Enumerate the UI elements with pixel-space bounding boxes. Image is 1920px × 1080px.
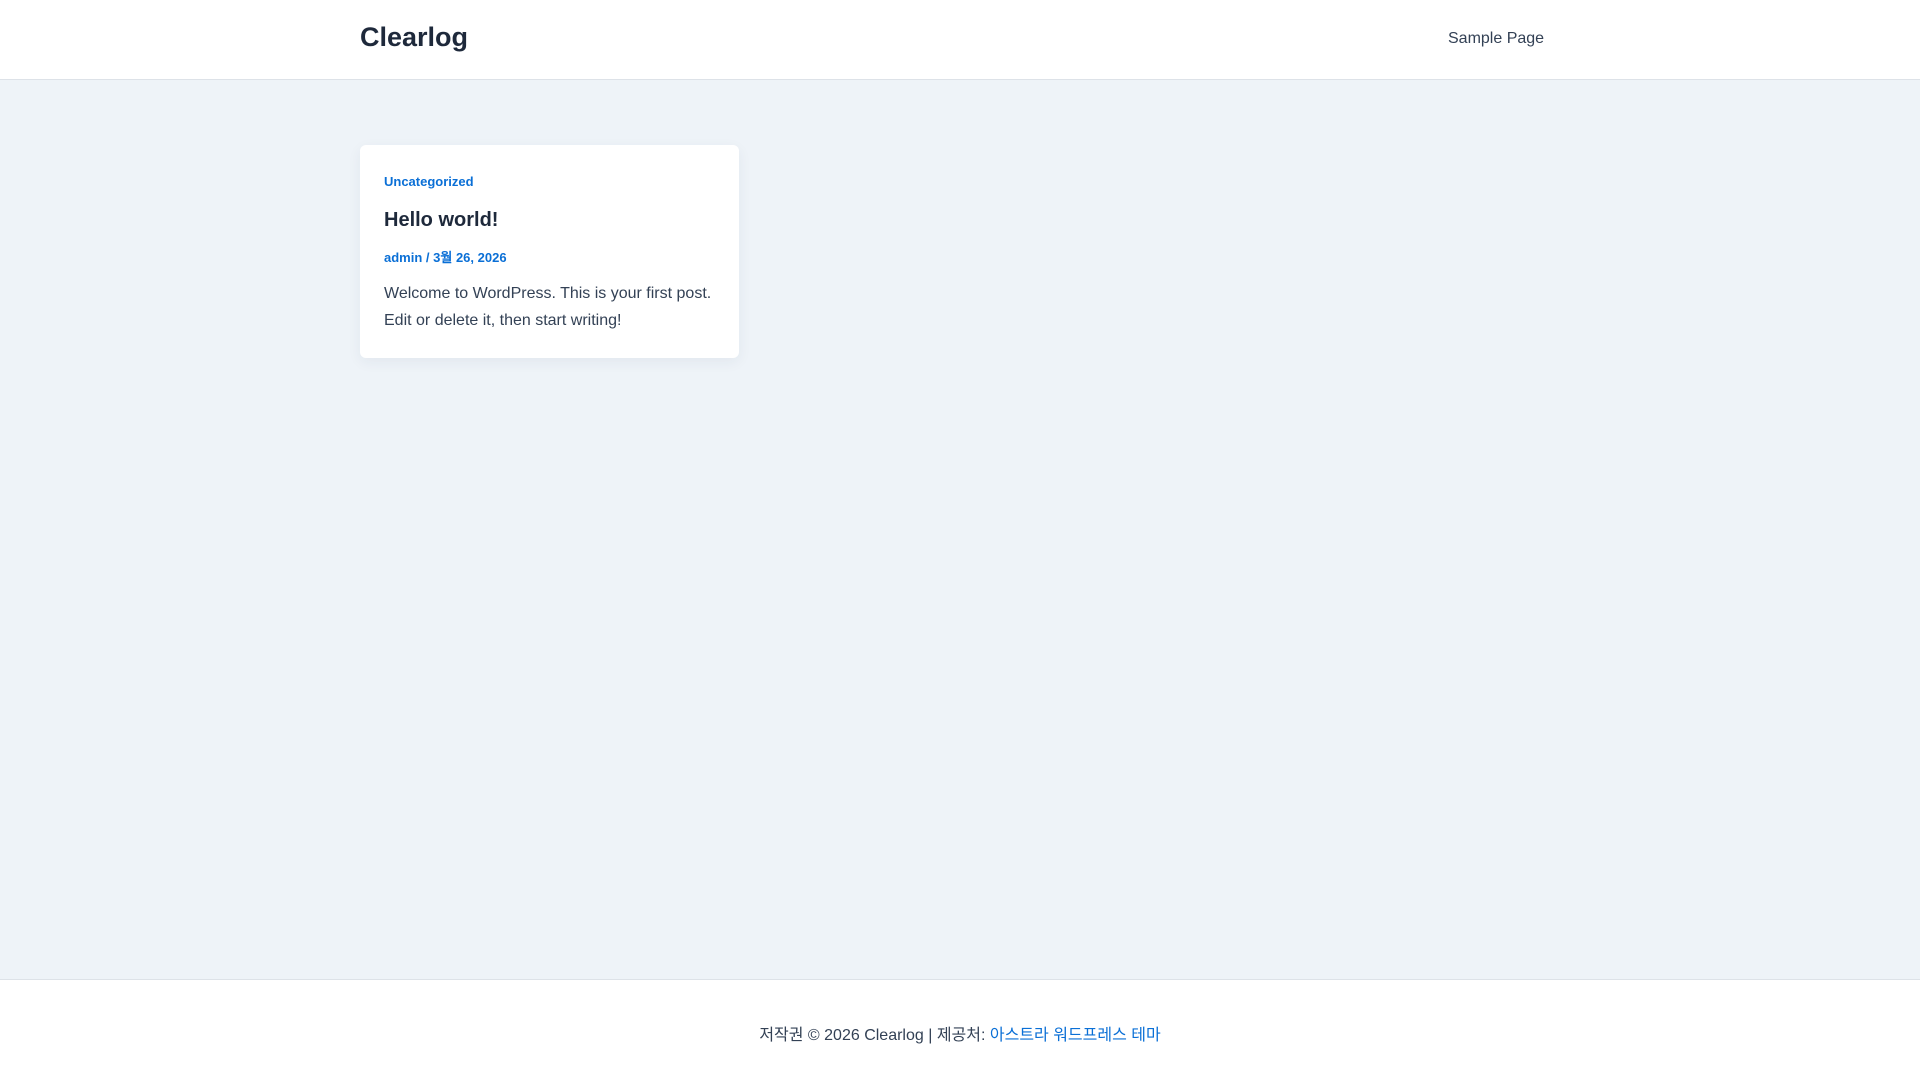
site-header: Clearlog Sample Page [0, 0, 1920, 80]
site-footer: 저작권 © 2026 Clearlog | 제공처: 아스트라 워드프레스 테마 [0, 979, 1920, 1080]
nav-item-sample-page[interactable]: Sample Page [1448, 30, 1544, 48]
post-author-link[interactable]: admin [384, 250, 422, 265]
post-title-link[interactable]: Hello world! [384, 209, 498, 232]
footer-copyright: 저작권 © 2026 Clearlog | 제공처: [759, 1027, 990, 1044]
post-date-link[interactable]: 3월 26, 2026 [433, 250, 506, 265]
footer-theme-link[interactable]: 아스트라 워드프레스 테마 [990, 1027, 1161, 1044]
site-title-link[interactable]: Clearlog [360, 22, 468, 53]
meta-separator: / [422, 250, 434, 265]
post-excerpt: Welcome to WordPress. This is your first… [384, 285, 712, 329]
post-category-link[interactable]: Uncategorized [384, 174, 474, 189]
post-meta: admin / 3월 26, 2026 [384, 247, 507, 266]
post-card: Uncategorized Hello world! admin / 3월 26… [360, 145, 739, 358]
